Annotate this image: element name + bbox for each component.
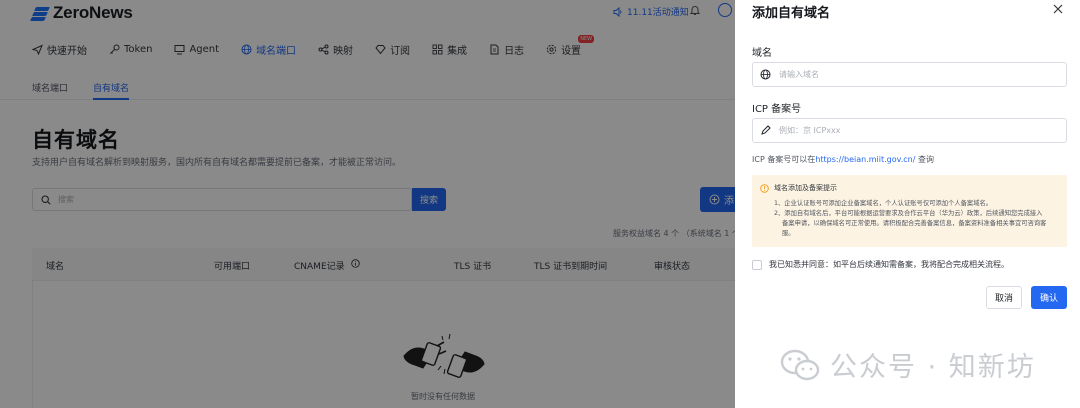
drawer-title: 添加自有域名 — [752, 6, 831, 21]
icp-label: ICP 备案号 — [752, 104, 802, 115]
beian-link[interactable]: https://beian.miit.gov.cn/ — [815, 155, 915, 164]
warning-box: 域名添加及备案提示 1、企业认证账号可添加企业备案域名，个人认证账号仅可添加个人… — [752, 175, 1067, 247]
watermark: 公众号 · 知新坊 — [780, 345, 1036, 384]
agree-checkbox[interactable] — [752, 259, 762, 270]
icp-placeholder: 例如：京 ICPxxx — [779, 126, 841, 135]
icp-hint: ICP 备案号可以在https://beian.miit.gov.cn/ 查询 — [752, 154, 934, 165]
globe-icon — [760, 69, 771, 80]
icp-hint-suffix: 查询 — [915, 155, 934, 164]
agree-text: 我已知悉并同意：如平台后续通知需备案，我将配合完成相关流程。 — [769, 260, 1009, 269]
warning-line: 2、添加自有域名后，平台可能根据运营要求及合作云平台（华为云）政策，后续通知您完… — [774, 210, 1043, 217]
warning-icon — [760, 183, 769, 193]
confirm-button[interactable]: 确认 — [1031, 286, 1067, 309]
warning-title: 域名添加及备案提示 — [774, 184, 837, 192]
warning-line: 备案申请，以确保域名可正常使用。请积极配合完善备案信息，备案资料准备相关事宜可咨… — [782, 220, 1047, 227]
watermark-text: 公众号 · 知新坊 — [830, 352, 1036, 383]
icp-hint-prefix: ICP 备案号可以在 — [752, 155, 816, 164]
pencil-icon — [761, 125, 771, 135]
wechat-icon — [780, 349, 820, 380]
domain-label: 域名 — [752, 48, 772, 59]
modal-overlay[interactable] — [0, 0, 735, 408]
icp-input[interactable]: 例如：京 ICPxxx — [752, 118, 1067, 143]
cancel-button[interactable]: 取消 — [986, 286, 1022, 309]
warning-line: 服。 — [782, 230, 795, 237]
agree-row: 我已知悉并同意：如平台后续通知需备案，我将配合完成相关流程。 — [752, 259, 1009, 270]
close-icon[interactable] — [1051, 2, 1065, 16]
warning-line: 1、企业认证账号可添加企业备案域名，个人认证账号仅可添加个人备案域名。 — [774, 200, 993, 207]
domain-placeholder: 请输入域名 — [779, 70, 819, 79]
warning-header: 域名添加及备案提示 — [760, 183, 1059, 193]
domain-input[interactable]: 请输入域名 — [752, 62, 1067, 87]
